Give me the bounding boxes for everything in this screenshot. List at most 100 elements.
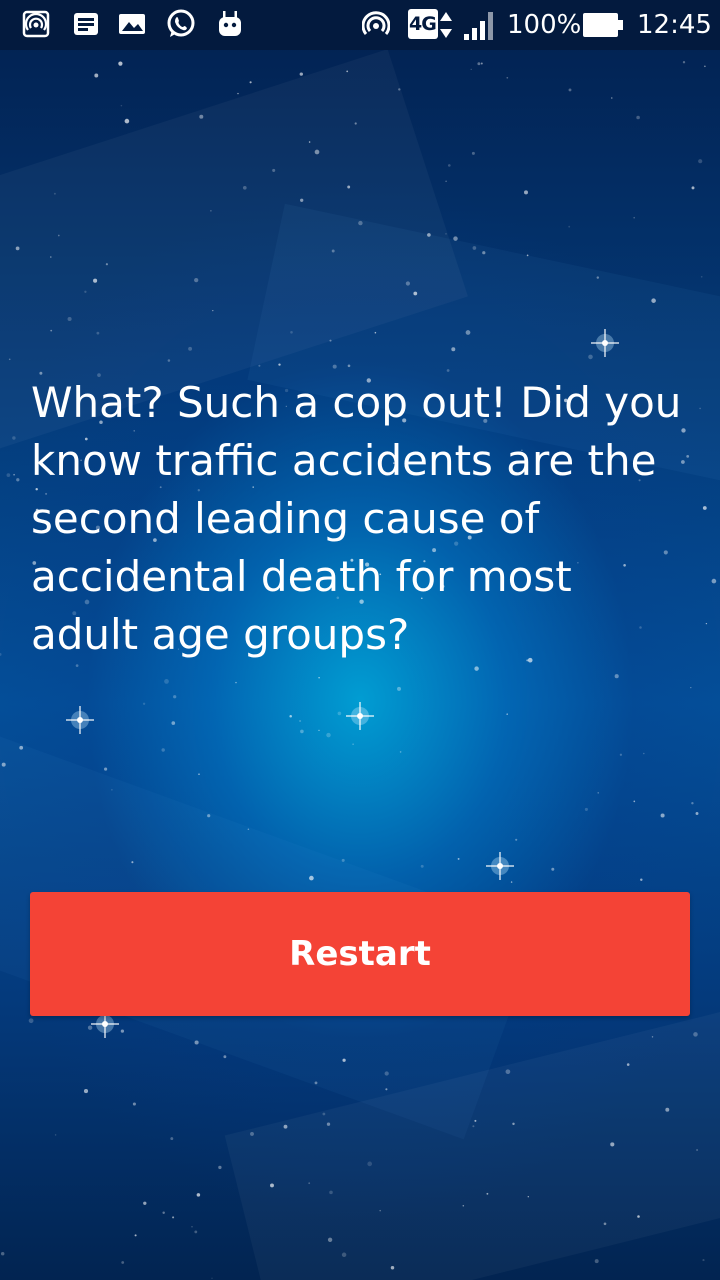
star [314, 1081, 318, 1085]
star [682, 61, 686, 64]
star [699, 407, 701, 410]
network-4g-icon: 4G [408, 9, 438, 39]
star [665, 1107, 670, 1112]
star [283, 1124, 288, 1129]
star [446, 369, 450, 372]
star [196, 1193, 201, 1197]
star [705, 622, 708, 625]
star [16, 478, 20, 482]
star [651, 298, 656, 303]
star [161, 748, 165, 752]
star [596, 276, 600, 279]
star [194, 277, 199, 283]
star [358, 220, 363, 226]
star [626, 1063, 630, 1066]
star [171, 721, 176, 725]
star [19, 745, 24, 750]
star [690, 686, 692, 689]
star [84, 290, 87, 293]
star [470, 68, 472, 71]
star [347, 364, 351, 368]
star [242, 185, 247, 190]
star [510, 881, 513, 883]
star [384, 1071, 389, 1076]
network-type-label: 4G [409, 13, 437, 35]
star [327, 1237, 333, 1242]
star [120, 104, 123, 107]
star [512, 1122, 515, 1126]
star [12, 436, 16, 440]
star [198, 773, 200, 776]
star [93, 278, 98, 283]
star [515, 838, 518, 841]
star [354, 122, 357, 125]
star [398, 88, 401, 91]
star [87, 1025, 93, 1030]
star [322, 1112, 326, 1116]
star-flare [486, 852, 514, 880]
star [94, 73, 99, 78]
star [13, 473, 15, 476]
star [75, 664, 79, 667]
star [121, 1261, 125, 1264]
star [643, 752, 645, 755]
star [57, 234, 60, 237]
battery-icon [583, 13, 623, 37]
star [0, 1251, 5, 1256]
star [170, 1137, 174, 1141]
star [352, 743, 354, 746]
star [142, 702, 146, 705]
star [367, 1161, 373, 1167]
star [308, 141, 311, 143]
star [207, 814, 211, 818]
star [162, 1211, 165, 1214]
star [427, 233, 431, 237]
star [272, 168, 276, 172]
star [67, 316, 72, 322]
star [445, 233, 447, 235]
star [309, 875, 314, 881]
star [331, 249, 335, 253]
star [314, 149, 320, 155]
star [472, 246, 477, 250]
star [337, 711, 342, 716]
star [50, 256, 52, 258]
star [250, 1131, 254, 1136]
star [134, 1234, 137, 1237]
star [167, 359, 171, 362]
star [603, 1222, 607, 1226]
star [172, 1216, 175, 1219]
battery-percent: 100% [507, 10, 582, 40]
star [164, 679, 169, 684]
star [474, 1119, 477, 1122]
star [332, 364, 337, 369]
star [640, 878, 643, 882]
hotspot-icon [362, 11, 390, 35]
star [329, 339, 332, 342]
star [413, 291, 418, 296]
star [584, 807, 588, 811]
star [700, 275, 703, 278]
star [405, 281, 411, 286]
star [341, 1252, 347, 1258]
star [54, 1134, 57, 1136]
star [588, 354, 593, 360]
star [131, 861, 134, 864]
star [691, 186, 695, 190]
restart-button[interactable]: Restart [30, 892, 690, 1016]
star [465, 330, 471, 335]
star [223, 1055, 227, 1059]
result-message: What? Such a cop out! Did you know traff… [31, 378, 682, 659]
star [105, 263, 108, 266]
star [633, 216, 635, 219]
star [471, 151, 475, 155]
star [50, 329, 53, 332]
star [506, 76, 509, 79]
star [568, 88, 572, 92]
star [104, 767, 108, 771]
star [194, 1040, 199, 1045]
star [526, 254, 529, 257]
star [445, 180, 447, 183]
star [6, 473, 11, 477]
star [188, 346, 193, 351]
